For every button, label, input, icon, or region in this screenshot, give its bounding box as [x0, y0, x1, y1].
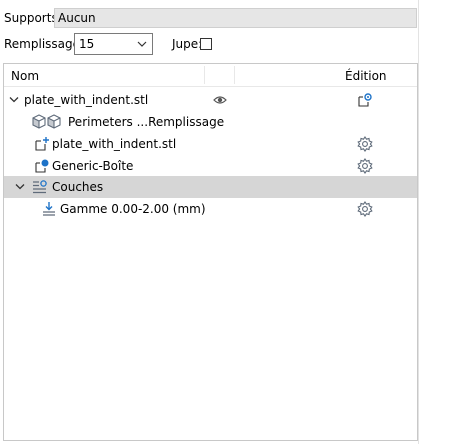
panel-divider — [418, 0, 419, 444]
infill-value: 15 — [79, 37, 95, 51]
add-settings-icon[interactable] — [357, 92, 373, 108]
column-edit-header[interactable]: Édition — [345, 68, 387, 84]
tree-row-label: Perimeters ...Remplissage — [68, 115, 225, 129]
gear-icon[interactable] — [357, 201, 373, 217]
header-separator — [234, 66, 235, 84]
infill-label: Remplissage: — [4, 37, 85, 51]
header-separator — [204, 66, 205, 84]
gear-icon[interactable] — [357, 136, 373, 152]
add-part-icon — [35, 137, 49, 151]
skirt-checkbox[interactable] — [200, 38, 212, 50]
tree-row-label: Couches — [52, 180, 104, 194]
skirt-label: Jupe: — [172, 37, 203, 51]
column-name-header[interactable]: Nom — [11, 68, 39, 84]
tree-row-settings[interactable]: Perimeters ...Remplissage — [4, 111, 417, 133]
tree-row-modifier[interactable]: Generic-Boîte — [4, 155, 417, 177]
object-tree[interactable]: Nom Édition plate_with_indent.stl Perime… — [3, 63, 418, 441]
modifier-icon — [35, 159, 49, 173]
tree-row-layers[interactable]: Couches — [4, 176, 417, 198]
tree-row-label: Generic-Boîte — [52, 159, 134, 173]
gear-icon[interactable] — [357, 158, 373, 174]
infill-combo[interactable]: 15 — [74, 33, 153, 55]
settings-cube-icons — [32, 114, 61, 129]
layer-range-icon — [43, 202, 55, 216]
tree-row-label: plate_with_indent.stl — [24, 93, 149, 107]
layers-icon — [33, 180, 47, 194]
tree-header: Nom Édition — [4, 64, 417, 87]
chevron-down-icon — [137, 41, 147, 47]
tree-row-layer-range[interactable]: Gamme 0.00-2.00 (mm) — [4, 198, 417, 220]
tree-row-part[interactable]: plate_with_indent.stl — [4, 133, 417, 155]
tree-row-object[interactable]: plate_with_indent.stl — [4, 89, 417, 111]
eye-icon[interactable] — [213, 95, 227, 105]
tree-row-label: Gamme 0.00-2.00 (mm) — [60, 202, 206, 216]
chevron-down-icon[interactable] — [15, 183, 25, 191]
chevron-down-icon[interactable] — [9, 96, 19, 104]
tree-row-label: plate_with_indent.stl — [52, 137, 177, 151]
supports-select[interactable]: Aucun — [54, 8, 417, 28]
